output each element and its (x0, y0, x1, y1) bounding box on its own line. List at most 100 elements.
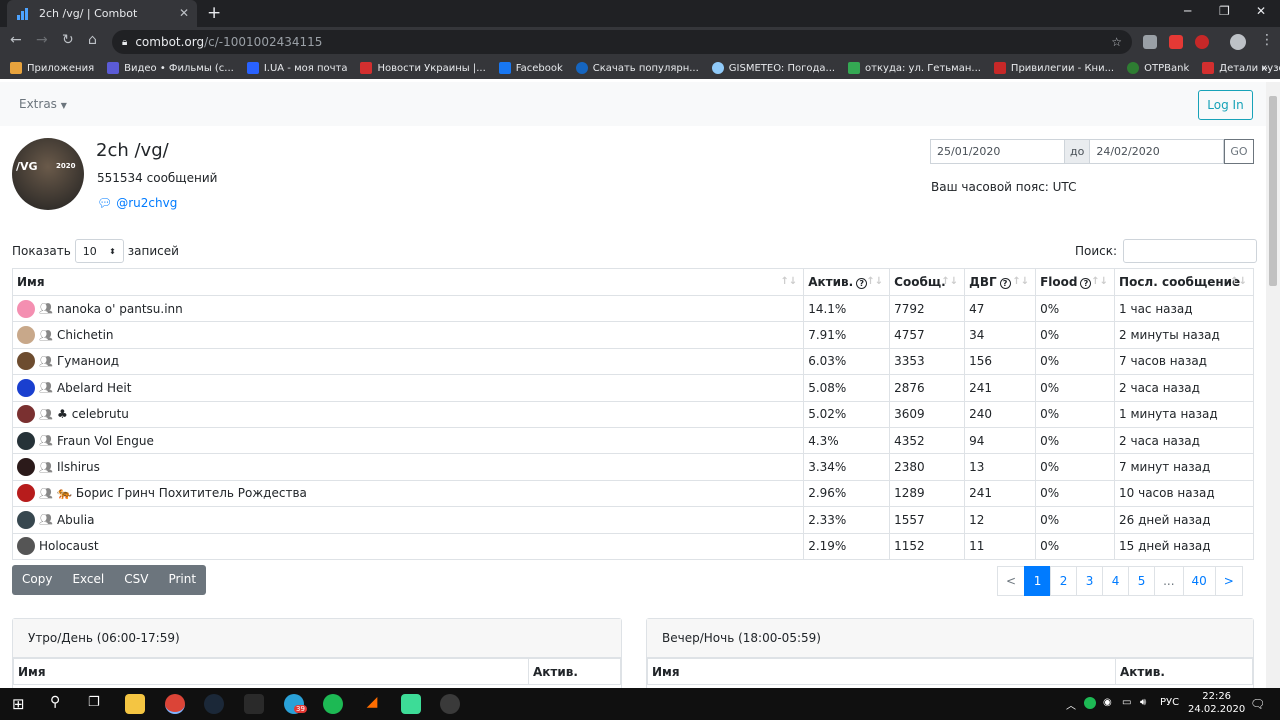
col-activity-header[interactable]: Актив.? ↑↓ (803, 268, 891, 296)
volume-icon[interactable]: 🔊︎ (1140, 697, 1146, 708)
user-settings-icon[interactable]: 👥︎ (39, 513, 53, 526)
bookmark-10[interactable]: Детали кузова для... (1202, 62, 1280, 74)
user-settings-icon[interactable]: 👥︎ (39, 381, 53, 394)
col-name-header[interactable]: Имя (647, 658, 1116, 685)
help-icon[interactable]: ? (999, 278, 1011, 289)
star-icon[interactable]: ☆ (1111, 35, 1122, 49)
extras-dropdown[interactable]: Extras ▼ (19, 97, 67, 111)
maximize-icon[interactable]: ❐ (1219, 4, 1230, 18)
extension-icon[interactable] (1195, 35, 1209, 49)
spotify-icon[interactable] (323, 694, 343, 714)
bookmark-3[interactable]: Новости Украины |... (360, 62, 486, 74)
csv-button[interactable]: CSV (114, 565, 158, 595)
back-icon[interactable]: ← (10, 32, 22, 48)
page-5[interactable]: 5 (1128, 566, 1156, 596)
user-name[interactable]: Abelard Heit (57, 381, 132, 395)
user-name[interactable]: Chichetin (57, 328, 114, 342)
bookmark-6[interactable]: GISMETEO: Погода... (711, 62, 835, 74)
app-icon[interactable]: ◢ (362, 694, 382, 714)
user-name[interactable]: Ilshirus (57, 460, 100, 474)
bookmark-5[interactable]: Скачать популярн... (575, 62, 699, 74)
home-icon[interactable]: ⌂ (88, 32, 97, 48)
profile-avatar-icon[interactable] (1230, 34, 1246, 50)
user-name[interactable]: Fraun Vol Engue (57, 434, 154, 448)
page-1[interactable]: 1 (1024, 566, 1052, 596)
copy-button[interactable]: Copy (12, 565, 62, 595)
search-input[interactable] (1123, 239, 1258, 263)
user-settings-icon[interactable]: 👥︎ (39, 487, 53, 500)
bookmark-8[interactable]: Привилегии - Кни... (993, 62, 1114, 74)
page-next[interactable]: > (1214, 566, 1243, 596)
bookmark-1[interactable]: Видео • Фильмы (с... (107, 62, 234, 74)
go-button[interactable]: GO (1224, 139, 1254, 164)
steam-icon[interactable] (204, 694, 224, 714)
help-icon[interactable]: ? (1080, 278, 1092, 289)
page-3[interactable]: 3 (1076, 566, 1104, 596)
language-indicator[interactable]: РУС (1160, 697, 1179, 708)
user-name[interactable]: Abulia (57, 513, 94, 527)
chat-username-link[interactable]: 💬︎ @ru2chvg (97, 196, 177, 210)
file-explorer-icon[interactable] (125, 694, 145, 714)
more-bookmarks-icon[interactable]: » (1262, 63, 1268, 74)
clock[interactable]: 22:26 24.02.2020 (1188, 690, 1245, 716)
col-flood-header[interactable]: Flood? ↑↓ (1035, 268, 1116, 296)
user-settings-icon[interactable]: 👥︎ (39, 434, 53, 447)
spotify-tray-icon[interactable] (1084, 697, 1096, 709)
date-to-input[interactable]: 24/02/2020 (1089, 139, 1225, 164)
chrome-icon[interactable] (165, 694, 185, 714)
tray-chevron-icon[interactable]: ︿ (1066, 697, 1076, 712)
print-button[interactable]: Print (158, 565, 206, 595)
col-name-header[interactable]: Имя (13, 658, 529, 685)
col-last-header[interactable]: Посл. сообщение ↑↓ (1114, 268, 1254, 296)
user-settings-icon[interactable]: 👥︎ (39, 329, 53, 342)
new-tab-icon[interactable]: + (207, 3, 221, 23)
scrollbar-thumb[interactable] (1269, 96, 1277, 286)
bookmark-0[interactable]: Приложения (10, 62, 94, 74)
app-tray-icon[interactable]: ◉ (1103, 697, 1112, 708)
bookmark-9[interactable]: OTPBank (1127, 62, 1189, 74)
page-length-select[interactable]: 10 ⬍ (74, 239, 124, 263)
user-settings-icon[interactable]: 👥︎ (39, 408, 53, 421)
forward-icon[interactable]: → (36, 32, 48, 48)
app-icon[interactable] (401, 694, 421, 714)
page-prev[interactable]: < (997, 566, 1026, 596)
user-settings-icon[interactable]: 👥︎ (39, 355, 53, 368)
user-name[interactable]: Гуманоид (57, 354, 119, 368)
excel-button[interactable]: Excel (62, 565, 114, 595)
user-settings-icon[interactable]: 👥︎ (39, 302, 53, 315)
col-activity-header[interactable]: Актив. (528, 658, 621, 685)
task-view-icon[interactable]: ❐ (88, 695, 100, 710)
bookmark-4[interactable]: Facebook (498, 62, 563, 74)
page-2[interactable]: 2 (1050, 566, 1078, 596)
epic-games-icon[interactable] (244, 694, 264, 714)
col-dvg-header[interactable]: ДВГ? ↑↓ (964, 268, 1037, 296)
extension-icon[interactable] (1169, 35, 1183, 49)
user-name[interactable]: Борис Гринч Похититель Рождества (76, 486, 307, 500)
user-name[interactable]: celebrutu (72, 407, 129, 421)
extension-icon[interactable] (1143, 35, 1157, 49)
notifications-icon[interactable]: 🗨︎ (1250, 697, 1265, 711)
page-4[interactable]: 4 (1102, 566, 1130, 596)
minimize-icon[interactable]: ─ (1184, 4, 1191, 18)
page-40[interactable]: 40 (1182, 566, 1216, 596)
menu-icon[interactable]: ⋮ (1260, 32, 1274, 48)
close-window-icon[interactable]: ✕ (1256, 4, 1266, 18)
bookmark-2[interactable]: I.UA - моя почта (246, 62, 347, 74)
app-icon[interactable] (440, 694, 460, 714)
search-icon[interactable]: ⚲ (50, 694, 60, 710)
user-name[interactable]: nanoka o' pantsu.inn (57, 302, 183, 316)
user-name[interactable]: Holocaust (39, 539, 99, 553)
col-name-header[interactable]: Имя ↑↓ (11, 268, 805, 296)
col-activity-header[interactable]: Актив. (1115, 658, 1253, 685)
user-settings-icon[interactable]: 👥︎ (39, 461, 53, 474)
reload-icon[interactable]: ↻ (62, 32, 74, 48)
browser-tab[interactable]: 2ch /vg/ | Combot ✕ (7, 0, 197, 27)
bookmark-7[interactable]: откуда: ул. Гетьман... (848, 62, 981, 74)
network-icon[interactable]: ▭ (1122, 697, 1131, 708)
page-scrollbar[interactable] (1266, 82, 1280, 688)
close-tab-icon[interactable]: ✕ (179, 6, 189, 20)
date-from-input[interactable]: 25/01/2020 (930, 139, 1065, 164)
windows-start-icon[interactable]: ⊞ (12, 695, 25, 713)
address-bar[interactable]: 🔒︎ combot.org/c/-1001002434115 ☆ (112, 30, 1132, 54)
login-button[interactable]: Log In (1198, 90, 1253, 120)
